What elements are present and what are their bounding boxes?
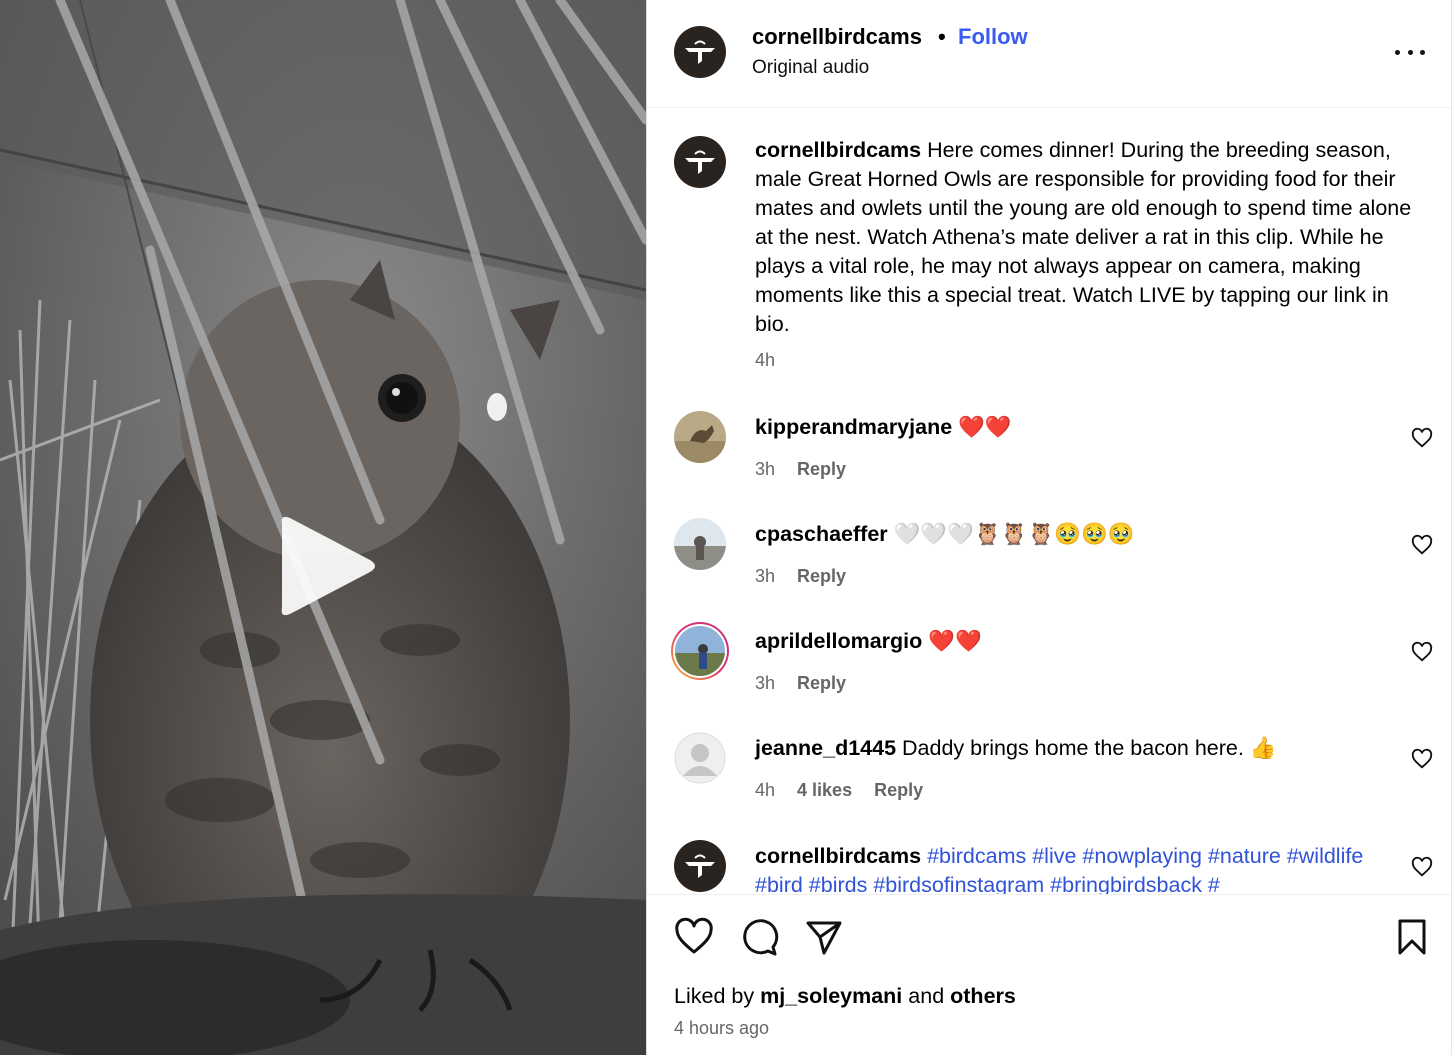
comment-line: jeanne_d1445 Daddy brings home the bacon…: [755, 736, 1277, 761]
comment-line: cornellbirdcams #birdcams #live #nowplay…: [755, 842, 1395, 894]
comment-item: cpaschaeffer 🤍🤍🤍🦉🦉🦉🥹🥹🥹 3h Reply: [647, 518, 1452, 618]
like-heart-icon[interactable]: [674, 917, 714, 957]
reply-button[interactable]: Reply: [874, 780, 923, 800]
comment-meta: 4h 4 likes Reply: [755, 780, 923, 801]
caption-text: cornellbirdcams Here comes dinner! Durin…: [755, 136, 1415, 339]
like-comment-heart-icon[interactable]: [1411, 748, 1433, 770]
reply-button[interactable]: Reply: [797, 459, 846, 479]
comment-username[interactable]: aprildellomargio: [755, 629, 922, 653]
liked-by-user[interactable]: mj_soleymani: [760, 984, 902, 1008]
comment-likes[interactable]: 4 likes: [797, 780, 852, 800]
post-timestamp[interactable]: 4 hours ago: [674, 1018, 769, 1039]
comments-list[interactable]: cornellbirdcams Here comes dinner! Durin…: [647, 108, 1452, 894]
comment-meta: 3h Reply: [755, 566, 846, 587]
avatar[interactable]: [674, 840, 726, 892]
cornell-lab-logo-icon: [685, 854, 715, 878]
video-player[interactable]: [0, 0, 646, 1055]
like-comment-heart-icon[interactable]: [1411, 641, 1433, 663]
post-header: cornellbirdcams • Follow Original audio: [647, 0, 1452, 108]
comment-time[interactable]: 3h: [755, 566, 775, 586]
follow-button[interactable]: Follow: [958, 24, 1028, 50]
comment-line: aprildellomargio ❤️❤️: [755, 629, 982, 654]
caption-timestamp[interactable]: 4h: [755, 350, 775, 371]
comment-text: ❤️❤️: [928, 629, 982, 653]
comment-text: ❤️❤️: [958, 415, 1012, 439]
comment-username[interactable]: kipperandmaryjane: [755, 415, 952, 439]
avatar-story-ring[interactable]: [670, 621, 730, 681]
comment-item: aprildellomargio ❤️❤️ 3h Reply: [647, 622, 1452, 725]
caption-username[interactable]: cornellbirdcams: [755, 138, 921, 162]
like-comment-heart-icon[interactable]: [1411, 856, 1433, 878]
liked-by-and: and: [908, 984, 945, 1008]
liked-by: Liked by mj_soleymani and others: [674, 984, 1016, 1009]
comment-bubble-icon[interactable]: [739, 917, 779, 957]
comment-username[interactable]: cpaschaeffer: [755, 522, 888, 546]
cornell-lab-logo-icon: [685, 40, 715, 64]
comment-text: Daddy brings home the bacon here. 👍: [902, 736, 1277, 760]
avatar[interactable]: [674, 411, 726, 463]
like-comment-heart-icon[interactable]: [1411, 427, 1433, 449]
play-icon[interactable]: [270, 510, 382, 622]
liked-by-others[interactable]: others: [950, 984, 1016, 1008]
comment-item: cornellbirdcams #birdcams #live #nowplay…: [647, 840, 1452, 894]
comment-meta: 3h Reply: [755, 459, 846, 480]
reply-button[interactable]: Reply: [797, 673, 846, 693]
audio-label[interactable]: Original audio: [752, 57, 869, 79]
cornell-lab-logo-icon: [685, 150, 715, 174]
post-sidebar: cornellbirdcams • Follow Original audio …: [646, 0, 1456, 1055]
account-avatar[interactable]: [674, 26, 726, 78]
caption-body: Here comes dinner! During the breeding s…: [755, 138, 1412, 336]
default-avatar-icon[interactable]: [674, 732, 726, 784]
share-send-icon[interactable]: [804, 917, 844, 957]
liked-by-prefix: Liked by: [674, 984, 755, 1008]
comment-time[interactable]: 4h: [755, 780, 775, 800]
scrollbar[interactable]: [1451, 0, 1456, 1055]
reply-button[interactable]: Reply: [797, 566, 846, 586]
caption-avatar[interactable]: [674, 136, 726, 188]
comment-time[interactable]: 3h: [755, 459, 775, 479]
post-actions: Liked by mj_soleymani and others 4 hours…: [647, 894, 1452, 1055]
comment-username[interactable]: cornellbirdcams: [755, 844, 921, 868]
bookmark-icon[interactable]: [1392, 917, 1432, 957]
separator-dot: •: [938, 24, 946, 49]
comment-line: kipperandmaryjane ❤️❤️: [755, 415, 1012, 440]
comment-username[interactable]: jeanne_d1445: [755, 736, 896, 760]
more-options-icon[interactable]: [1395, 38, 1425, 66]
avatar[interactable]: [674, 518, 726, 570]
like-comment-heart-icon[interactable]: [1411, 534, 1433, 556]
header-username[interactable]: cornellbirdcams: [752, 24, 922, 50]
comment-line: cpaschaeffer 🤍🤍🤍🦉🦉🦉🥹🥹🥹: [755, 522, 1135, 547]
comment-text: 🤍🤍🤍🦉🦉🦉🥹🥹🥹: [893, 522, 1135, 546]
comment-item: kipperandmaryjane ❤️❤️ 3h Reply: [647, 411, 1452, 511]
comment-item: jeanne_d1445 Daddy brings home the bacon…: [647, 732, 1452, 832]
comment-meta: 3h Reply: [755, 673, 846, 694]
comment-time[interactable]: 3h: [755, 673, 775, 693]
